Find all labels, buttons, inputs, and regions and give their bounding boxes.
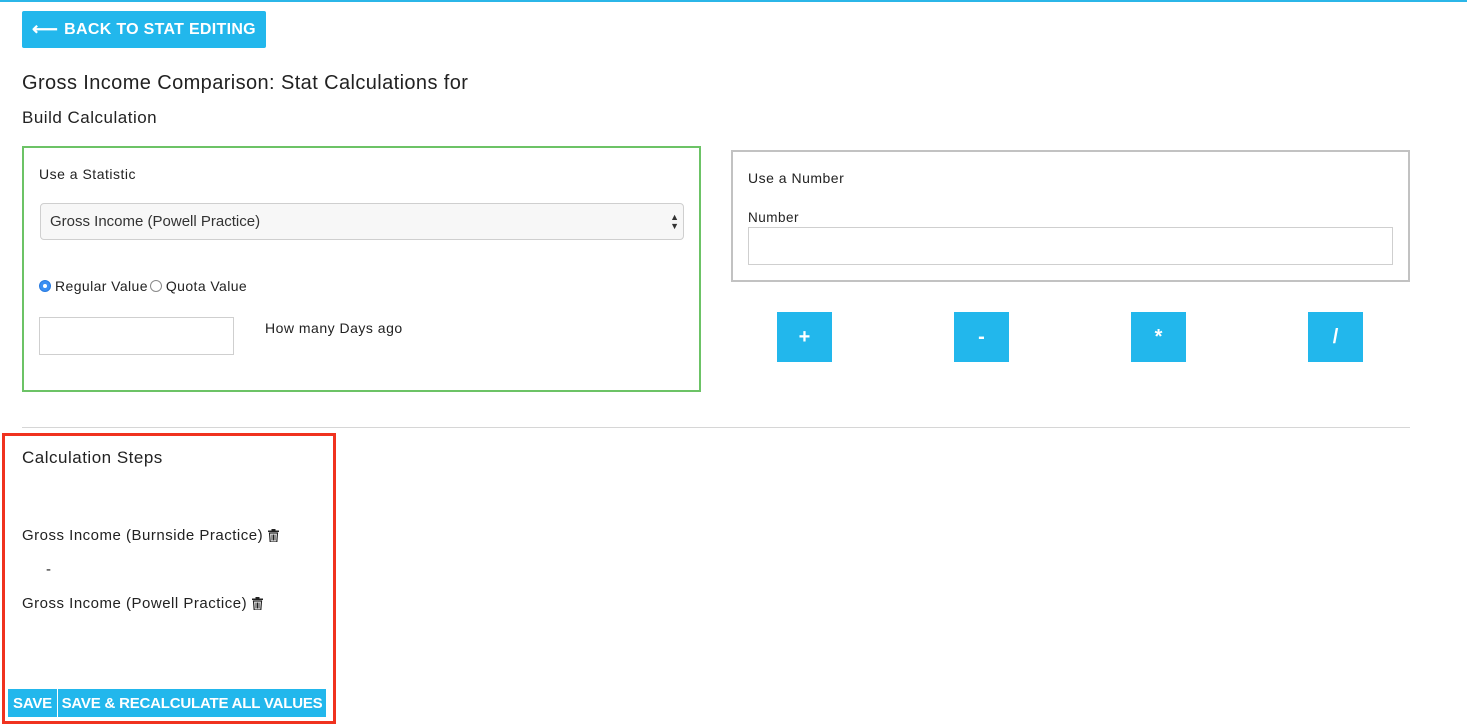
quota-value-radio[interactable] xyxy=(149,280,162,292)
select-caret-icon: ▲ ▼ xyxy=(670,212,679,231)
calculation-step: Gross Income (Burnside Practice) xyxy=(22,527,280,544)
quota-value-label: Quota Value xyxy=(165,278,248,294)
multiply-operator-button[interactable]: * xyxy=(1131,312,1186,362)
back-to-stat-editing-button[interactable]: ⟵ BACK TO STAT EDITING xyxy=(22,11,266,48)
value-type-radio-group: Regular Value Quota Value xyxy=(39,278,249,294)
days-ago-input[interactable] xyxy=(39,317,234,355)
trash-icon[interactable] xyxy=(252,597,264,610)
statistic-select[interactable]: Gross Income (Powell Practice) ▲ ▼ xyxy=(40,203,684,240)
section-divider xyxy=(22,427,1410,428)
divide-operator-button[interactable]: / xyxy=(1308,312,1363,362)
calculation-steps-heading: Calculation Steps xyxy=(22,448,163,467)
use-number-heading: Use a Number xyxy=(748,170,845,186)
use-statistic-panel: Use a Statistic Gross Income (Powell Pra… xyxy=(22,146,701,392)
arrow-left-icon: ⟵ xyxy=(32,18,59,39)
step-label: Gross Income (Burnside Practice) xyxy=(22,527,264,544)
page-title: Gross Income Comparison: Stat Calculatio… xyxy=(22,72,469,94)
save-button[interactable]: SAVE xyxy=(8,689,57,717)
statistic-select-value: Gross Income (Powell Practice) xyxy=(50,213,261,230)
save-and-recalculate-button[interactable]: SAVE & RECALCULATE ALL VALUES xyxy=(58,689,326,717)
top-accent-line xyxy=(0,0,1467,2)
days-ago-label: How many Days ago xyxy=(265,320,403,336)
add-operator-button[interactable]: + xyxy=(777,312,832,362)
back-button-label: BACK TO STAT EDITING xyxy=(64,20,256,38)
regular-value-label: Regular Value xyxy=(55,278,148,294)
calculation-step: Gross Income (Powell Practice) xyxy=(22,595,264,612)
build-calculation-heading: Build Calculation xyxy=(22,108,158,127)
use-number-panel: Use a Number Number xyxy=(731,150,1410,282)
calculation-steps-highlight xyxy=(2,433,336,724)
number-field-label: Number xyxy=(748,210,800,225)
step-operator: - xyxy=(46,561,51,578)
subtract-operator-button[interactable]: - xyxy=(954,312,1009,362)
step-label: Gross Income (Powell Practice) xyxy=(22,595,248,612)
regular-value-radio[interactable] xyxy=(39,280,51,292)
use-statistic-heading: Use a Statistic xyxy=(39,166,136,182)
trash-icon[interactable] xyxy=(268,529,280,542)
number-input[interactable] xyxy=(748,227,1393,265)
